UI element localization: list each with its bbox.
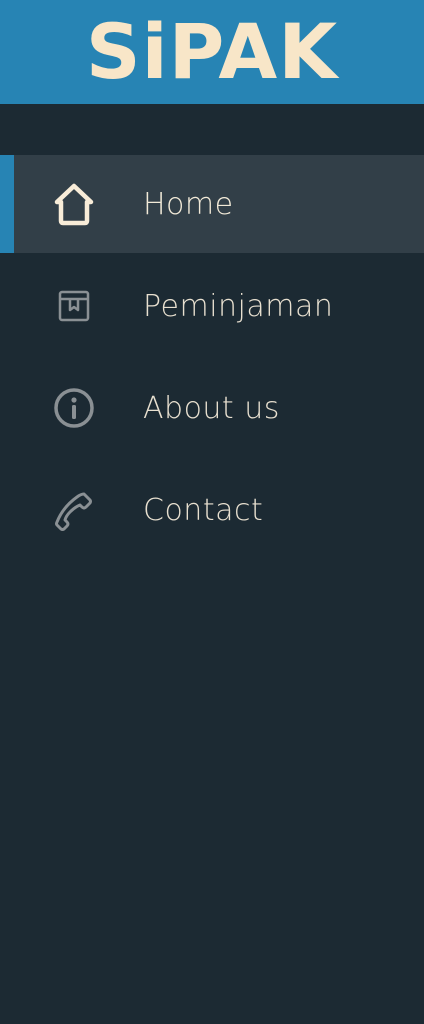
sidebar-item-label: Peminjaman (143, 288, 334, 324)
sidebar-item-label: About us (143, 390, 280, 426)
brand-logo[interactable]: SiPAK (86, 14, 338, 90)
sidebar-item-contact[interactable]: Contact (0, 461, 424, 559)
box-icon (50, 282, 98, 330)
sidebar-item-about-us[interactable]: About us (0, 359, 424, 457)
phone-icon (50, 486, 98, 534)
info-icon (50, 384, 98, 432)
sidebar-item-label: Home (143, 186, 234, 222)
sidebar-item-home[interactable]: Home (0, 155, 424, 253)
sidebar-item-peminjaman[interactable]: Peminjaman (0, 257, 424, 355)
sidebar-nav: Home Peminjaman About us Contact (0, 155, 424, 563)
app-header: SiPAK (0, 0, 424, 104)
home-icon (50, 180, 98, 228)
sidebar-item-label: Contact (143, 492, 264, 528)
app-root: SiPAK Home Peminjaman About us Contact (0, 0, 424, 1024)
